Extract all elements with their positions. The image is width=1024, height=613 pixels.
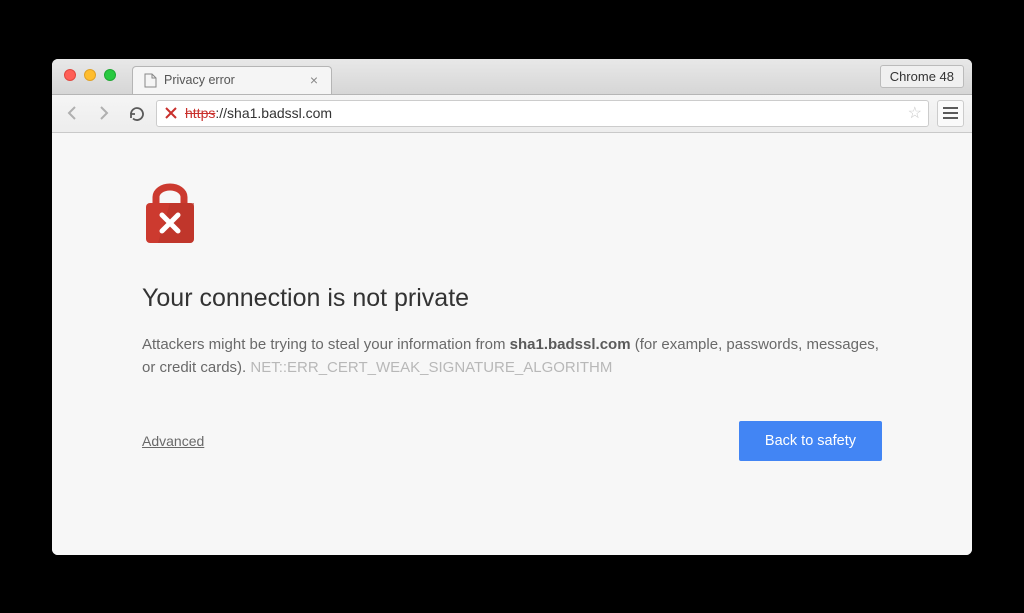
action-row: Advanced Back to safety	[142, 421, 882, 461]
error-heading: Your connection is not private	[142, 284, 882, 313]
forward-button[interactable]	[92, 101, 116, 125]
version-badge: Chrome 48	[880, 65, 964, 88]
maximize-window-button[interactable]	[104, 69, 116, 81]
back-button[interactable]	[60, 101, 84, 125]
insecure-icon	[163, 105, 179, 121]
back-to-safety-button[interactable]: Back to safety	[739, 421, 882, 461]
browser-tab[interactable]: Privacy error ×	[132, 66, 332, 94]
url-protocol: https	[185, 105, 215, 121]
close-window-button[interactable]	[64, 69, 76, 81]
address-bar[interactable]: https://sha1.badssl.com ☆	[156, 100, 929, 127]
browser-window: Privacy error × Chrome 48 https://sha1.b…	[52, 59, 972, 555]
minimize-window-button[interactable]	[84, 69, 96, 81]
page-icon	[143, 73, 157, 87]
advanced-link[interactable]: Advanced	[142, 433, 204, 449]
reload-button[interactable]	[124, 101, 148, 125]
close-tab-button[interactable]: ×	[307, 73, 321, 87]
menu-button[interactable]	[937, 100, 964, 127]
traffic-lights	[64, 69, 116, 81]
error-description: Attackers might be trying to steal your …	[142, 333, 882, 380]
error-code: NET::ERR_CERT_WEAK_SIGNATURE_ALGORITHM	[250, 359, 612, 376]
desc-host: sha1.badssl.com	[510, 336, 631, 353]
url-host: sha1.badssl.com	[227, 105, 332, 121]
toolbar: https://sha1.badssl.com ☆	[52, 95, 972, 133]
bookmark-icon[interactable]: ☆	[908, 103, 922, 123]
page-content: Your connection is not private Attackers…	[52, 133, 972, 555]
desc-prefix: Attackers might be trying to steal your …	[142, 336, 510, 353]
lock-danger-icon	[142, 181, 198, 250]
titlebar: Privacy error × Chrome 48	[52, 59, 972, 95]
url-separator: ://	[215, 105, 227, 121]
tab-title: Privacy error	[164, 73, 307, 87]
